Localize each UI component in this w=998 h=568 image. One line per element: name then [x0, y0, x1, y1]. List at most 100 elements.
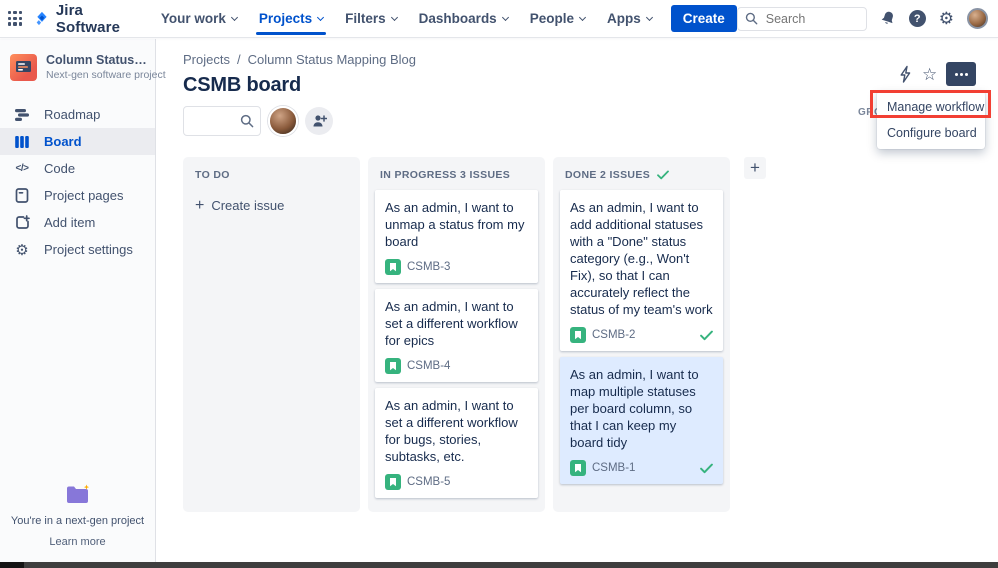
sidebar-item-label: Project settings [44, 242, 133, 257]
issue-summary: As an admin, I want to unmap a status fr… [385, 199, 528, 250]
member-avatar[interactable] [268, 106, 298, 136]
add-person-icon [312, 114, 327, 128]
project-sidebar: Column Status Mapping Blog Next-gen soft… [0, 39, 156, 562]
issue-done-check-icon [700, 330, 713, 341]
chevron-down-icon [391, 13, 398, 20]
issue-summary: As an admin, I want to add additional st… [570, 199, 713, 318]
board-columns: TO DO + Create issue IN PROGRESS 3 ISSUE… [183, 157, 998, 512]
logo-text: Jira Software [56, 2, 136, 36]
sidebar-item-board[interactable]: Board [0, 128, 155, 155]
sidebar-item-roadmap[interactable]: Roadmap [0, 101, 155, 128]
search-icon [240, 114, 254, 128]
sidebar-item-label: Add item [44, 215, 95, 230]
global-search [737, 7, 867, 31]
issue-key: CSMB-4 [407, 360, 450, 372]
breadcrumb: Projects / Column Status Mapping Blog [183, 52, 998, 67]
next-gen-message: You're in a next-gen project [0, 515, 155, 527]
code-icon: </> [13, 163, 31, 174]
chevron-down-icon [317, 13, 324, 20]
add-column-button[interactable]: + [744, 157, 766, 179]
breadcrumb-separator: / [237, 52, 241, 67]
issue-key: CSMB-2 [592, 329, 635, 341]
sidebar-item-label: Board [44, 134, 82, 149]
menu-item-manage-workflow[interactable]: Manage workflow [877, 94, 985, 120]
help-icon[interactable]: ? [909, 10, 926, 27]
chevron-down-icon [579, 13, 586, 20]
nav-item-people[interactable]: People [519, 0, 596, 37]
notifications-bell-icon[interactable] [880, 10, 896, 27]
nav-item-filters[interactable]: Filters [334, 0, 408, 37]
column-done-check-icon [657, 170, 669, 180]
jira-diamond-icon [34, 9, 50, 28]
issue-summary: As an admin, I want to set a different w… [385, 397, 528, 465]
issue-summary: As an admin, I want to set a different w… [385, 298, 528, 349]
sidebar-item-add-item[interactable]: Add item [0, 209, 155, 236]
board-context-menu: Manage workflow Configure board [877, 91, 985, 149]
primary-nav: Your work Projects Filters Dashboards Pe… [150, 0, 663, 37]
nav-item-your-work[interactable]: Your work [150, 0, 248, 37]
menu-item-configure-board[interactable]: Configure board [877, 120, 985, 146]
project-avatar-icon [10, 54, 37, 81]
issue-summary: As an admin, I want to map multiple stat… [570, 366, 713, 451]
board-search [183, 106, 261, 136]
story-type-icon [570, 460, 586, 476]
plus-icon: + [195, 200, 204, 212]
page-title: CSMB board [183, 74, 998, 97]
project-name: Column Status Mapping Blog [46, 53, 147, 67]
sidebar-item-label: Code [44, 161, 75, 176]
story-type-icon [570, 327, 586, 343]
issue-card-csmb-1[interactable]: As an admin, I want to map multiple stat… [560, 357, 723, 484]
column-to-do: TO DO + Create issue [183, 157, 360, 512]
top-nav: Jira Software Your work Projects Filters… [0, 0, 998, 38]
issue-card-csmb-4[interactable]: As an admin, I want to set a different w… [375, 289, 538, 382]
roadmap-icon [13, 107, 31, 123]
sidebar-item-label: Roadmap [44, 107, 100, 122]
project-type: Next-gen software project [46, 69, 147, 81]
sidebar-item-project-settings[interactable]: ⚙ Project settings [0, 236, 155, 263]
search-icon [745, 12, 758, 25]
app-switcher-icon[interactable] [8, 11, 22, 26]
breadcrumb-project-name[interactable]: Column Status Mapping Blog [248, 52, 416, 67]
board-icon [13, 134, 31, 150]
issue-card-csmb-3[interactable]: As an admin, I want to unmap a status fr… [375, 190, 538, 283]
project-header[interactable]: Column Status Mapping Blog Next-gen soft… [0, 39, 155, 91]
column-done: DONE 2 ISSUES As an admin, I want to add… [553, 157, 730, 512]
issue-card-csmb-2[interactable]: As an admin, I want to add additional st… [560, 190, 723, 351]
issue-key: CSMB-5 [407, 476, 450, 488]
more-options-button[interactable] [946, 62, 976, 86]
column-in-progress: IN PROGRESS 3 ISSUES As an admin, I want… [368, 157, 545, 512]
page-icon [13, 188, 31, 203]
settings-gear-icon[interactable]: ⚙ [939, 10, 954, 27]
sidebar-menu: Roadmap Board </> Code Proj [0, 101, 155, 263]
issue-card-csmb-5[interactable]: As an admin, I want to set a different w… [375, 388, 538, 498]
nav-item-dashboards[interactable]: Dashboards [408, 0, 519, 37]
create-button[interactable]: Create [671, 5, 737, 32]
chevron-down-icon [502, 13, 509, 20]
user-avatar[interactable] [967, 8, 988, 29]
jira-logo[interactable]: Jira Software [34, 2, 136, 36]
story-type-icon [385, 474, 401, 490]
issue-key: CSMB-1 [592, 462, 635, 474]
star-icon[interactable]: ☆ [922, 66, 937, 83]
breadcrumb-projects[interactable]: Projects [183, 52, 230, 67]
add-item-icon [13, 215, 31, 230]
sidebar-item-label: Project pages [44, 188, 124, 203]
create-issue-button[interactable]: + Create issue [185, 191, 358, 220]
sidebar-footer: You're in a next-gen project Learn more [0, 483, 155, 550]
next-gen-folder-icon [64, 483, 92, 507]
issue-key: CSMB-3 [407, 261, 450, 273]
board-actions: ☆ [898, 62, 976, 86]
sidebar-item-project-pages[interactable]: Project pages [0, 182, 155, 209]
issue-done-check-icon [700, 463, 713, 474]
chevron-down-icon [231, 13, 238, 20]
automation-lightning-icon[interactable] [898, 65, 913, 84]
column-header: TO DO [183, 157, 360, 190]
learn-more-link[interactable]: Learn more [49, 536, 105, 548]
project-settings-gear-icon: ⚙ [13, 241, 31, 259]
column-header: IN PROGRESS 3 ISSUES [368, 157, 545, 190]
story-type-icon [385, 358, 401, 374]
nav-item-projects[interactable]: Projects [248, 0, 334, 37]
nav-item-apps[interactable]: Apps [596, 0, 663, 37]
add-people-button[interactable] [305, 107, 333, 135]
sidebar-item-code[interactable]: </> Code [0, 155, 155, 182]
